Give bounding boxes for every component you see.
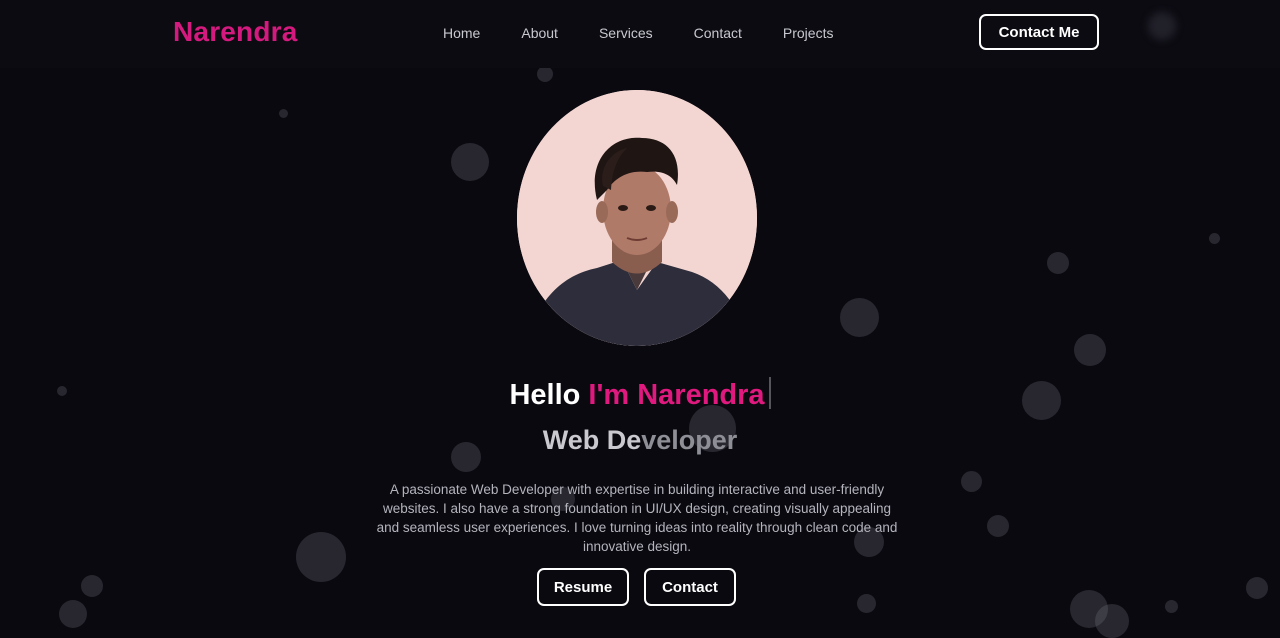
resume-button[interactable]: Resume	[537, 568, 629, 606]
hero-greeting: Hello I'm Narendra	[0, 377, 1280, 412]
typing-caret	[768, 377, 771, 409]
brand-logo[interactable]: Narendra	[173, 16, 298, 48]
greeting-name: I'm Narendra	[588, 379, 765, 411]
nav-projects[interactable]: Projects	[783, 25, 834, 41]
hero-bio: A passionate Web Developer with expertis…	[376, 481, 898, 554]
greeting-prefix: Hello	[509, 379, 589, 411]
role-text-faded: veloper	[641, 425, 738, 455]
hero-section: Hello I'm Narendra Web Developer A passi…	[0, 0, 1280, 616]
role-text-bright: Web De	[542, 425, 642, 455]
site-header: Narendra Home About Services Contact Pro…	[0, 0, 1280, 68]
nav-home[interactable]: Home	[443, 25, 480, 41]
contact-button[interactable]: Contact	[644, 568, 736, 606]
main-nav: Home About Services Contact Projects	[443, 25, 833, 41]
theme-toggle-icon[interactable]	[1148, 12, 1176, 40]
nav-about[interactable]: About	[521, 25, 558, 41]
avatar-illustration	[517, 90, 757, 346]
contact-me-button[interactable]: Contact Me	[979, 14, 1099, 50]
profile-photo-icon	[517, 90, 757, 346]
nav-services[interactable]: Services	[599, 25, 653, 41]
nav-contact[interactable]: Contact	[694, 25, 742, 41]
hero-role: Web Developer	[0, 425, 1280, 456]
